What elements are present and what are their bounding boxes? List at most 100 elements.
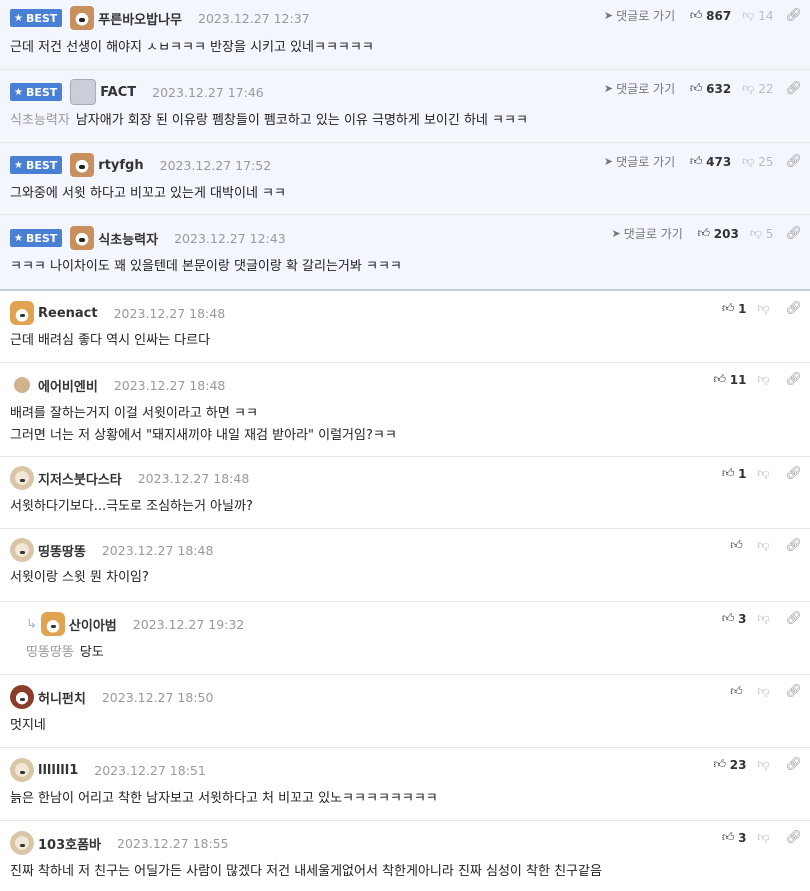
thumbs-down-icon: 👎︎ xyxy=(757,830,770,844)
corgi-avatar-icon[interactable] xyxy=(10,301,34,325)
dog-avatar-icon[interactable] xyxy=(70,153,95,177)
thumbs-down-icon: 👎︎ xyxy=(757,611,770,625)
nickname[interactable]: 지저스붓다스타 xyxy=(38,469,122,488)
downvote-button[interactable]: 👎︎ 25 xyxy=(741,154,773,169)
link-icon[interactable]: 🔗︎ xyxy=(785,226,802,241)
comment-meta: 허니펀치 2023.12.27 18:50 xyxy=(10,685,214,709)
upvote-button[interactable]: 👍︎ 632 xyxy=(689,81,731,96)
beige-avatar-icon[interactable] xyxy=(10,758,34,782)
downvote-button[interactable]: 👎︎ 22 xyxy=(741,81,773,96)
comment: 허니펀치 2023.12.27 18:50 👍︎ 👎︎ 🔗︎ 멋지네 xyxy=(0,675,810,748)
downvote-button[interactable]: 👎︎ xyxy=(756,830,773,845)
beige-avatar-icon[interactable] xyxy=(10,538,34,562)
beige-avatar-icon[interactable] xyxy=(10,831,34,855)
best-badge: ★ BEST xyxy=(10,156,63,174)
timestamp: 2023.12.27 18:48 xyxy=(137,470,250,486)
thumbs-up-icon: 👍︎ xyxy=(730,538,743,552)
upvote-button[interactable]: 👍︎ 3 xyxy=(721,611,747,626)
upvote-button[interactable]: 👍︎ 23 xyxy=(713,757,747,772)
upvote-button[interactable]: 👍︎ 867 xyxy=(689,8,731,23)
link-icon[interactable]: 🔗︎ xyxy=(785,301,802,316)
reply-arrow-icon: ↳ xyxy=(26,616,37,632)
upvote-button[interactable]: 👍︎ 11 xyxy=(713,372,747,387)
reply-target-nick: 식초능력자 xyxy=(10,113,70,128)
comment-meta: Reenact 2023.12.27 18:48 xyxy=(10,301,226,325)
nickname[interactable]: FACT xyxy=(100,85,136,100)
timestamp: 2023.12.27 18:50 xyxy=(101,689,214,705)
thumbs-down-icon: 👎︎ xyxy=(757,301,770,315)
comment: Reenact 2023.12.27 18:48 👍︎ 1 👎︎ 🔗︎ 근데 배려… xyxy=(0,291,810,363)
link-icon[interactable]: 🔗︎ xyxy=(785,372,802,387)
nickname[interactable]: 에어비엔비 xyxy=(38,376,98,395)
brown-dot-avatar-icon[interactable] xyxy=(14,377,30,393)
link-icon[interactable]: 🔗︎ xyxy=(785,611,802,626)
dog-avatar-icon[interactable] xyxy=(10,685,34,709)
corgi-avatar-icon[interactable] xyxy=(40,612,65,636)
downvote-button[interactable]: 👎︎ xyxy=(756,611,773,626)
go-to-comment-link[interactable]: ➤ 댓글로 가기 xyxy=(612,225,683,242)
nickname[interactable]: 산이아범 xyxy=(69,615,117,634)
star-icon: ★ xyxy=(14,86,23,98)
downvote-button[interactable]: 👎︎ xyxy=(756,684,773,699)
comment-actions: ➤ 댓글로 가기 👍︎ 203 👎︎ 5 🔗︎ xyxy=(612,225,802,242)
link-icon[interactable]: 🔗︎ xyxy=(785,154,802,169)
dog-avatar-icon[interactable] xyxy=(70,226,95,250)
link-icon[interactable]: 🔗︎ xyxy=(785,8,802,23)
dog-avatar-icon[interactable] xyxy=(70,6,95,30)
comment: 띵똥땅똥 2023.12.27 18:48 👍︎ 👎︎ 🔗︎ 서윗이랑 스윗 뭔… xyxy=(0,529,810,602)
upvote-button[interactable]: 👍︎ 3 xyxy=(721,830,747,845)
timestamp: 2023.12.27 12:43 xyxy=(174,230,286,246)
send-arrow-icon: ➤ xyxy=(603,155,614,168)
link-icon[interactable]: 🔗︎ xyxy=(785,466,802,481)
nickname[interactable]: 띵똥땅똥 xyxy=(38,541,86,560)
best-badge: ★ BEST xyxy=(10,229,63,247)
downvote-button[interactable]: 👎︎ xyxy=(756,466,773,481)
nickname[interactable]: lllllll1 xyxy=(38,763,78,778)
link-icon[interactable]: 🔗︎ xyxy=(785,830,802,845)
comment-text: 서윗이랑 스윗 뭔 차이임? xyxy=(10,570,149,585)
upvote-button[interactable]: 👍︎ 1 xyxy=(721,301,747,316)
timestamp: 2023.12.27 18:48 xyxy=(113,305,226,321)
thumbs-up-icon: 👍︎ xyxy=(689,8,703,22)
upvote-button[interactable]: 👍︎ 1 xyxy=(721,466,747,481)
go-to-comment-link[interactable]: ➤ 댓글로 가기 xyxy=(604,7,675,24)
thumbs-down-icon: 👎︎ xyxy=(757,372,770,386)
comment-actions: 👍︎ 1 👎︎ 🔗︎ xyxy=(721,301,802,316)
downvote-button[interactable]: 👎︎ xyxy=(756,757,773,772)
downvote-button[interactable]: 👎︎ 5 xyxy=(749,226,774,241)
comment-text: 진짜 착하네 저 친구는 어딜가든 사람이 많겠다 저건 내세울게없어서 착한게… xyxy=(10,864,602,879)
comment-meta: ★ BEST rtyfgh 2023.12.27 17:52 xyxy=(10,153,271,177)
upvote-button[interactable]: 👍︎ xyxy=(729,684,746,699)
upvote-button[interactable]: 👍︎ xyxy=(729,538,746,553)
upvote-button[interactable]: 👍︎ 203 xyxy=(697,226,739,241)
thumbs-down-icon: 👎︎ xyxy=(749,226,762,240)
downvote-button[interactable]: 👎︎ 14 xyxy=(741,8,773,23)
send-arrow-icon: ➤ xyxy=(603,9,614,22)
nickname[interactable]: 허니펀치 xyxy=(38,688,86,707)
go-to-comment-link[interactable]: ➤ 댓글로 가기 xyxy=(604,153,675,170)
downvote-button[interactable]: 👎︎ xyxy=(756,538,773,553)
go-to-comment-link[interactable]: ➤ 댓글로 가기 xyxy=(604,80,675,97)
comment-text: 근데 배려심 좋다 역시 인싸는 다르다 xyxy=(10,333,211,348)
nickname[interactable]: 푸른바오밥나무 xyxy=(98,9,182,28)
nickname[interactable]: 103호폼바 xyxy=(38,834,101,853)
beige-avatar-icon[interactable] xyxy=(10,466,34,490)
comment-actions: 👍︎ 👎︎ 🔗︎ xyxy=(729,538,802,553)
link-icon[interactable]: 🔗︎ xyxy=(785,538,802,553)
comment-actions: 👍︎ 11 👎︎ 🔗︎ xyxy=(713,372,803,387)
gray-avatar-icon[interactable] xyxy=(70,79,97,105)
timestamp: 2023.12.27 17:46 xyxy=(152,84,264,100)
upvote-button[interactable]: 👍︎ 473 xyxy=(689,154,731,169)
link-icon[interactable]: 🔗︎ xyxy=(785,684,802,699)
link-icon[interactable]: 🔗︎ xyxy=(785,81,802,96)
nickname[interactable]: Reenact xyxy=(38,306,98,321)
downvote-button[interactable]: 👎︎ xyxy=(756,301,773,316)
nickname[interactable]: 식초능력자 xyxy=(98,229,158,248)
comment-list: ★ BEST 푸른바오밥나무 2023.12.27 12:37 ➤ 댓글로 가기 👍… xyxy=(0,0,810,891)
link-icon[interactable]: 🔗︎ xyxy=(785,757,802,772)
nickname[interactable]: rtyfgh xyxy=(98,158,143,173)
comment-actions: ➤ 댓글로 가기 👍︎ 867 👎︎ 14 🔗︎ xyxy=(604,7,802,24)
downvote-button[interactable]: 👎︎ xyxy=(756,372,773,387)
timestamp: 2023.12.27 18:55 xyxy=(117,835,229,851)
comment: 지저스붓다스타 2023.12.27 18:48 👍︎ 1 👎︎ 🔗︎ 서윗하다기… xyxy=(0,457,810,529)
